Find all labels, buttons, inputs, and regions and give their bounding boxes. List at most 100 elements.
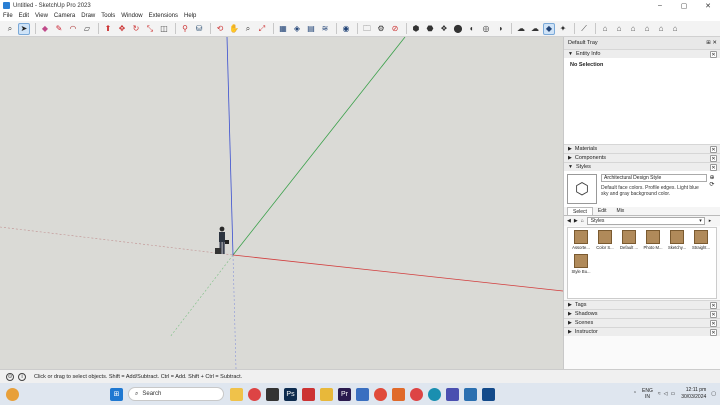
view-top-icon[interactable]: ⌂ [613,23,625,35]
select-icon[interactable]: ➤ [18,22,30,35]
fog-icon[interactable]: ◎ [480,23,492,35]
language-indicator[interactable]: ENG IN [642,388,653,400]
shadows-header[interactable]: ▶ Shadows ✕ [564,309,720,318]
view-right-icon[interactable]: ⌂ [641,23,653,35]
minimize-button[interactable]: – [648,0,672,11]
materials-header[interactable]: ▶ Materials ✕ [564,144,720,153]
extension-icon[interactable]: ◈ [291,23,303,35]
pan-icon[interactable]: ✋ [228,23,240,35]
pencil-icon[interactable]: ✎ [53,23,65,35]
solid-icon[interactable]: ❖ [438,23,450,35]
folder-icon[interactable] [320,387,333,401]
create-style-icon[interactable]: ⊕ [709,174,714,181]
group-icon[interactable]: ⬢ [410,23,422,35]
wifi-icon[interactable]: ≈ [658,391,661,397]
style-item[interactable]: Photo M... [641,229,665,253]
view-back-icon[interactable]: ⌂ [655,23,667,35]
premiere-icon[interactable]: Pr [338,387,351,401]
style-item[interactable]: Style Bu... [569,253,593,277]
no-entry-icon[interactable]: ⊘ [389,23,401,35]
scale-icon[interactable]: ⤡ [144,23,156,35]
styles-dropdown[interactable]: Styles ▾ [586,217,705,225]
files-icon[interactable] [230,387,243,401]
style-item[interactable]: Color S... [593,229,617,253]
style-description[interactable]: Default face colors. Profile edges. Ligh… [601,185,707,197]
materials-toggle[interactable]: ✕ [710,145,717,153]
gear-icon[interactable]: ⚙ [375,23,387,35]
style-item[interactable]: Default ... [617,229,641,253]
zoom-extents-icon[interactable]: ⤢ [256,23,268,35]
clock[interactable]: 12:11 pm 30/03/2024 [681,387,706,401]
chrome-icon[interactable] [248,387,261,401]
battery-icon[interactable]: ▭ [671,391,676,397]
components-header[interactable]: ▶ Components ✕ [564,153,720,162]
view-left-icon[interactable]: ⌂ [669,23,681,35]
menu-window[interactable]: Window [121,13,142,19]
cloud-down-icon[interactable]: ☁ [529,23,541,35]
shadows-toggle[interactable]: ✕ [710,310,717,318]
cloud-icon[interactable]: ☁ [515,23,527,35]
styles-toggle[interactable]: ✕ [710,163,717,171]
geo-location-icon[interactable]: ⊙ [6,372,14,381]
shape-icon[interactable]: ⬤ [452,23,464,35]
chrome-2-icon[interactable] [410,387,423,401]
menu-help[interactable]: Help [184,13,196,19]
offset-icon[interactable]: ◫ [158,23,170,35]
push-pull-icon[interactable]: ⬆ [102,23,114,35]
maximize-button[interactable]: ▢ [672,0,696,11]
back-icon[interactable]: ◀ [567,218,571,224]
edge-icon[interactable] [428,387,441,401]
close-button[interactable]: ✕ [696,0,720,11]
menu-tools[interactable]: Tools [101,13,115,19]
section-icon[interactable]: ◐ [466,23,478,35]
tags-header[interactable]: ▶ Tags ✕ [564,300,720,309]
menu-camera[interactable]: Camera [54,13,75,19]
eraser-icon[interactable]: ◆ [39,23,51,35]
warehouse-icon[interactable]: ▦ [277,23,289,35]
paint-icon[interactable]: ⛁ [193,23,205,35]
styles-header[interactable]: ▼ Styles ✕ [564,162,720,171]
layers-icon[interactable]: ≋ [319,23,331,35]
update-style-icon[interactable]: ⟳ [709,181,714,188]
arc-icon[interactable]: ◠ [67,23,79,35]
photoshop-icon[interactable]: Ps [284,387,297,401]
style-item[interactable]: Sketchy... [665,229,689,253]
record-icon[interactable] [374,387,387,401]
rotate-icon[interactable]: ↻ [130,23,142,35]
mail-icon[interactable] [356,387,369,401]
instructor-header[interactable]: ▶ Instructor ✕ [564,327,720,336]
view-front-icon[interactable]: ⌂ [627,23,639,35]
store-icon[interactable] [464,387,477,401]
instructor-toggle[interactable]: ✕ [710,328,717,336]
chevron-up-icon[interactable]: ⌃ [633,391,637,397]
windows-start-icon[interactable]: ⊞ [110,387,123,401]
details-icon[interactable]: ▸ [709,218,712,224]
scenes-header[interactable]: ▶ Scenes ✕ [564,318,720,327]
view-iso-icon[interactable]: ⌂ [599,23,611,35]
notification-icon[interactable]: ▢ [711,391,716,397]
style-item[interactable]: Assorte... [569,229,593,253]
menu-draw[interactable]: Draw [81,13,95,19]
orbit-icon[interactable]: ⟲ [214,23,226,35]
components-toggle[interactable]: ✕ [710,154,717,162]
entity-info-header[interactable]: ▼ Entity Info ✕ [564,49,720,58]
folder-icon[interactable]: 🗀 [361,23,373,35]
scale-figure[interactable] [215,226,229,254]
menu-view[interactable]: View [35,13,48,19]
tab-edit[interactable]: Edit [593,207,612,215]
move-icon[interactable]: ✥ [116,23,128,35]
rectangle-icon[interactable]: ▱ [81,23,93,35]
style-item[interactable]: Straight... [689,229,713,253]
info-icon[interactable]: i [18,372,26,381]
style-name-field[interactable]: Architectural Design Style [601,174,707,182]
volume-icon[interactable]: ◁ [664,391,668,397]
gem-icon[interactable]: ✦ [557,23,569,35]
search-icon[interactable]: ⌕ [4,23,16,35]
drawing-viewport[interactable] [0,37,563,369]
layer-tool-icon[interactable]: ◆ [543,22,555,35]
zoom-icon[interactable]: ⌕ [242,23,254,35]
menu-extensions[interactable]: Extensions [149,13,178,19]
tab-mix[interactable]: Mix [612,207,630,215]
tab-select[interactable]: Select [567,207,593,215]
component-icon[interactable]: ⬣ [424,23,436,35]
